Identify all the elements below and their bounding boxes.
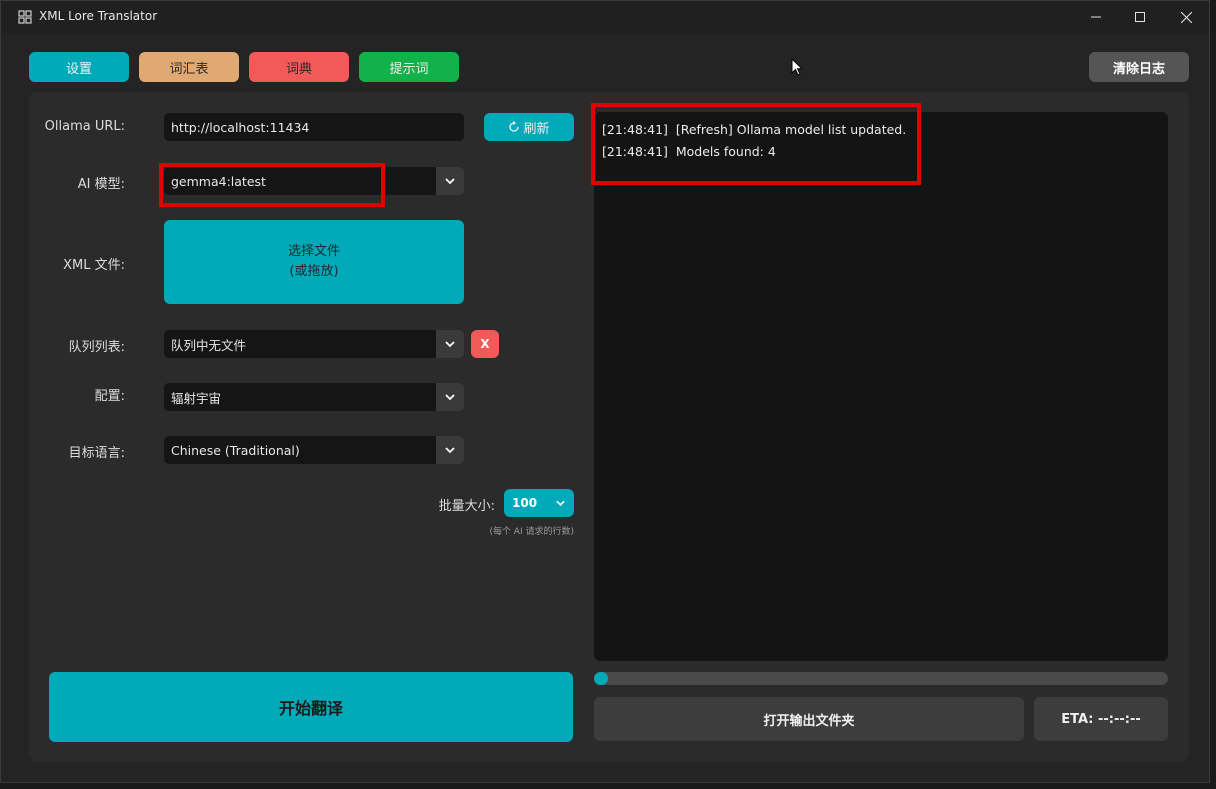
- settings-button[interactable]: 设置: [29, 52, 129, 82]
- choose-file-line1: 选择文件: [287, 244, 340, 259]
- ollama-url-input[interactable]: http://localhost:11434: [164, 113, 464, 141]
- refresh-button-label: 刷新: [523, 121, 550, 137]
- chevron-down-icon: [445, 341, 455, 348]
- target-language-label: 目标语言:: [68, 446, 125, 461]
- queue-clear-button[interactable]: X: [471, 330, 499, 358]
- queue-clear-label: X: [480, 337, 490, 351]
- target-language-dropdown-button[interactable]: [436, 436, 464, 464]
- refresh-icon: [509, 121, 520, 132]
- minimize-button[interactable]: [1073, 1, 1119, 33]
- eta-value: ETA: --:--:--: [1061, 711, 1141, 727]
- profile-label: 配置:: [94, 389, 125, 404]
- title-bar[interactable]: XML Lore Translator: [1, 1, 1209, 33]
- start-translation-button[interactable]: 开始翻译: [49, 672, 573, 742]
- chevron-down-icon: [445, 447, 455, 454]
- close-button[interactable]: [1163, 1, 1209, 33]
- queue-list-label: 队列列表:: [68, 340, 125, 355]
- app-window: XML Lore Translator 设置 词汇表 词典 提示词 清除日志 O…: [0, 0, 1210, 783]
- queue-list-select[interactable]: 队列中无文件: [164, 330, 436, 358]
- profile-select[interactable]: 辐射宇宙: [164, 383, 436, 411]
- ai-model-dropdown-button[interactable]: [436, 167, 464, 195]
- open-output-folder-label: 打开输出文件夹: [763, 713, 855, 729]
- queue-list-value: 队列中无文件: [171, 337, 247, 353]
- ai-model-label: AI 模型:: [77, 177, 125, 192]
- batch-size-value: 100: [512, 496, 538, 510]
- chevron-down-icon: [445, 394, 455, 401]
- glossary-button-label: 词汇表: [169, 61, 209, 77]
- maximize-button[interactable]: [1117, 1, 1163, 33]
- settings-button-label: 设置: [65, 61, 92, 77]
- translation-progress-bar: [594, 672, 1168, 685]
- minimize-icon: [1091, 16, 1101, 18]
- target-language-select[interactable]: Chinese (Traditional): [164, 436, 436, 464]
- progress-fill: [594, 672, 608, 685]
- queue-list-dropdown-button[interactable]: [436, 330, 464, 358]
- batch-size-hint: (每个 AI 请求的行数): [489, 527, 574, 537]
- eta-display: ETA: --:--:--: [1034, 697, 1168, 741]
- log-output[interactable]: [21:48:41] [Refresh] Ollama model list u…: [594, 112, 1168, 661]
- mouse-cursor-icon: [791, 58, 803, 76]
- ai-model-highlight-box: [159, 163, 385, 207]
- open-output-folder-button[interactable]: 打开输出文件夹: [594, 697, 1024, 741]
- window-title: XML Lore Translator: [39, 9, 158, 23]
- close-icon: [1180, 11, 1192, 23]
- chevron-down-icon: [445, 178, 455, 185]
- refresh-button[interactable]: 刷新: [484, 113, 574, 141]
- clear-log-button-label: 清除日志: [1112, 61, 1165, 77]
- choose-file-line2: (或拖放): [289, 264, 339, 279]
- xml-file-label: XML 文件:: [63, 258, 125, 273]
- clear-log-button[interactable]: 清除日志: [1089, 52, 1189, 82]
- batch-size-select[interactable]: 100: [504, 489, 574, 517]
- prompts-button[interactable]: 提示词: [359, 52, 459, 82]
- profile-value: 辐射宇宙: [171, 390, 222, 406]
- target-language-value: Chinese (Traditional): [171, 442, 300, 458]
- app-icon: [18, 10, 32, 24]
- ollama-url-label: Ollama URL:: [44, 119, 125, 134]
- glossary-button[interactable]: 词汇表: [139, 52, 239, 82]
- profile-dropdown-button[interactable]: [436, 383, 464, 411]
- batch-size-label: 批量大小:: [438, 499, 495, 514]
- dictionary-button[interactable]: 词典: [249, 52, 349, 82]
- choose-file-button[interactable]: 选择文件 (或拖放): [164, 220, 464, 304]
- maximize-icon: [1135, 12, 1145, 22]
- prompts-button-label: 提示词: [389, 61, 429, 77]
- log-highlight-box: [591, 103, 921, 185]
- ollama-url-value: http://localhost:11434: [171, 119, 310, 135]
- start-translation-label: 开始翻译: [278, 699, 343, 718]
- chevron-down-icon: [556, 500, 565, 507]
- dictionary-button-label: 词典: [285, 61, 312, 77]
